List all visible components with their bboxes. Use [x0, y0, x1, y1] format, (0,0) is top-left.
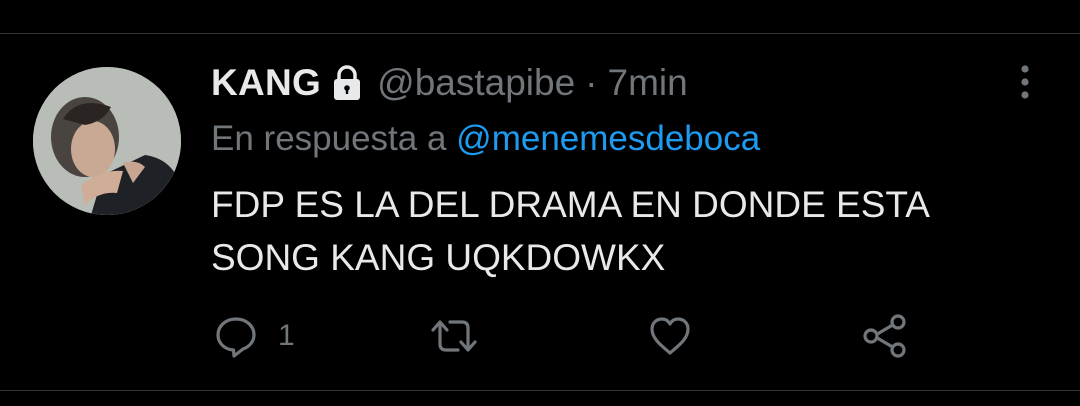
share-button[interactable]	[862, 313, 908, 359]
reply-context: En respuesta a @menemesdeboca	[211, 119, 760, 159]
retweet-icon	[429, 314, 479, 358]
avatar-photo	[33, 67, 181, 215]
avatar[interactable]	[33, 67, 181, 215]
bottom-divider	[0, 390, 1080, 391]
top-divider	[0, 33, 1080, 34]
tweet-body: FDP ES LA DEL DRAMA EN DONDE ESTA SONG K…	[211, 178, 1031, 284]
tweet-header: KANG @bastapibe · 7min	[211, 60, 688, 106]
like-button[interactable]	[648, 313, 712, 359]
more-vertical-icon[interactable]	[1013, 63, 1037, 101]
display-name[interactable]: KANG	[211, 62, 321, 104]
share-icon	[862, 314, 908, 358]
separator-dot: ·	[585, 62, 598, 103]
reply-mention-link[interactable]: @menemesdeboca	[456, 119, 760, 158]
timestamp[interactable]: 7min	[608, 62, 688, 104]
tweet-text-line: FDP ES LA DEL DRAMA EN DONDE ESTA	[211, 184, 930, 225]
reply-count: 1	[278, 319, 295, 352]
retweet-button[interactable]	[429, 313, 499, 359]
reply-prefix: En respuesta a	[211, 119, 447, 158]
tweet-text-line: SONG KANG UQKDOWKX	[211, 237, 666, 278]
reply-button[interactable]: 1	[214, 313, 295, 359]
comment-bubble-icon	[214, 314, 258, 358]
heart-icon	[648, 314, 692, 358]
lock-icon	[331, 65, 363, 101]
user-handle[interactable]: @bastapibe	[377, 62, 575, 104]
